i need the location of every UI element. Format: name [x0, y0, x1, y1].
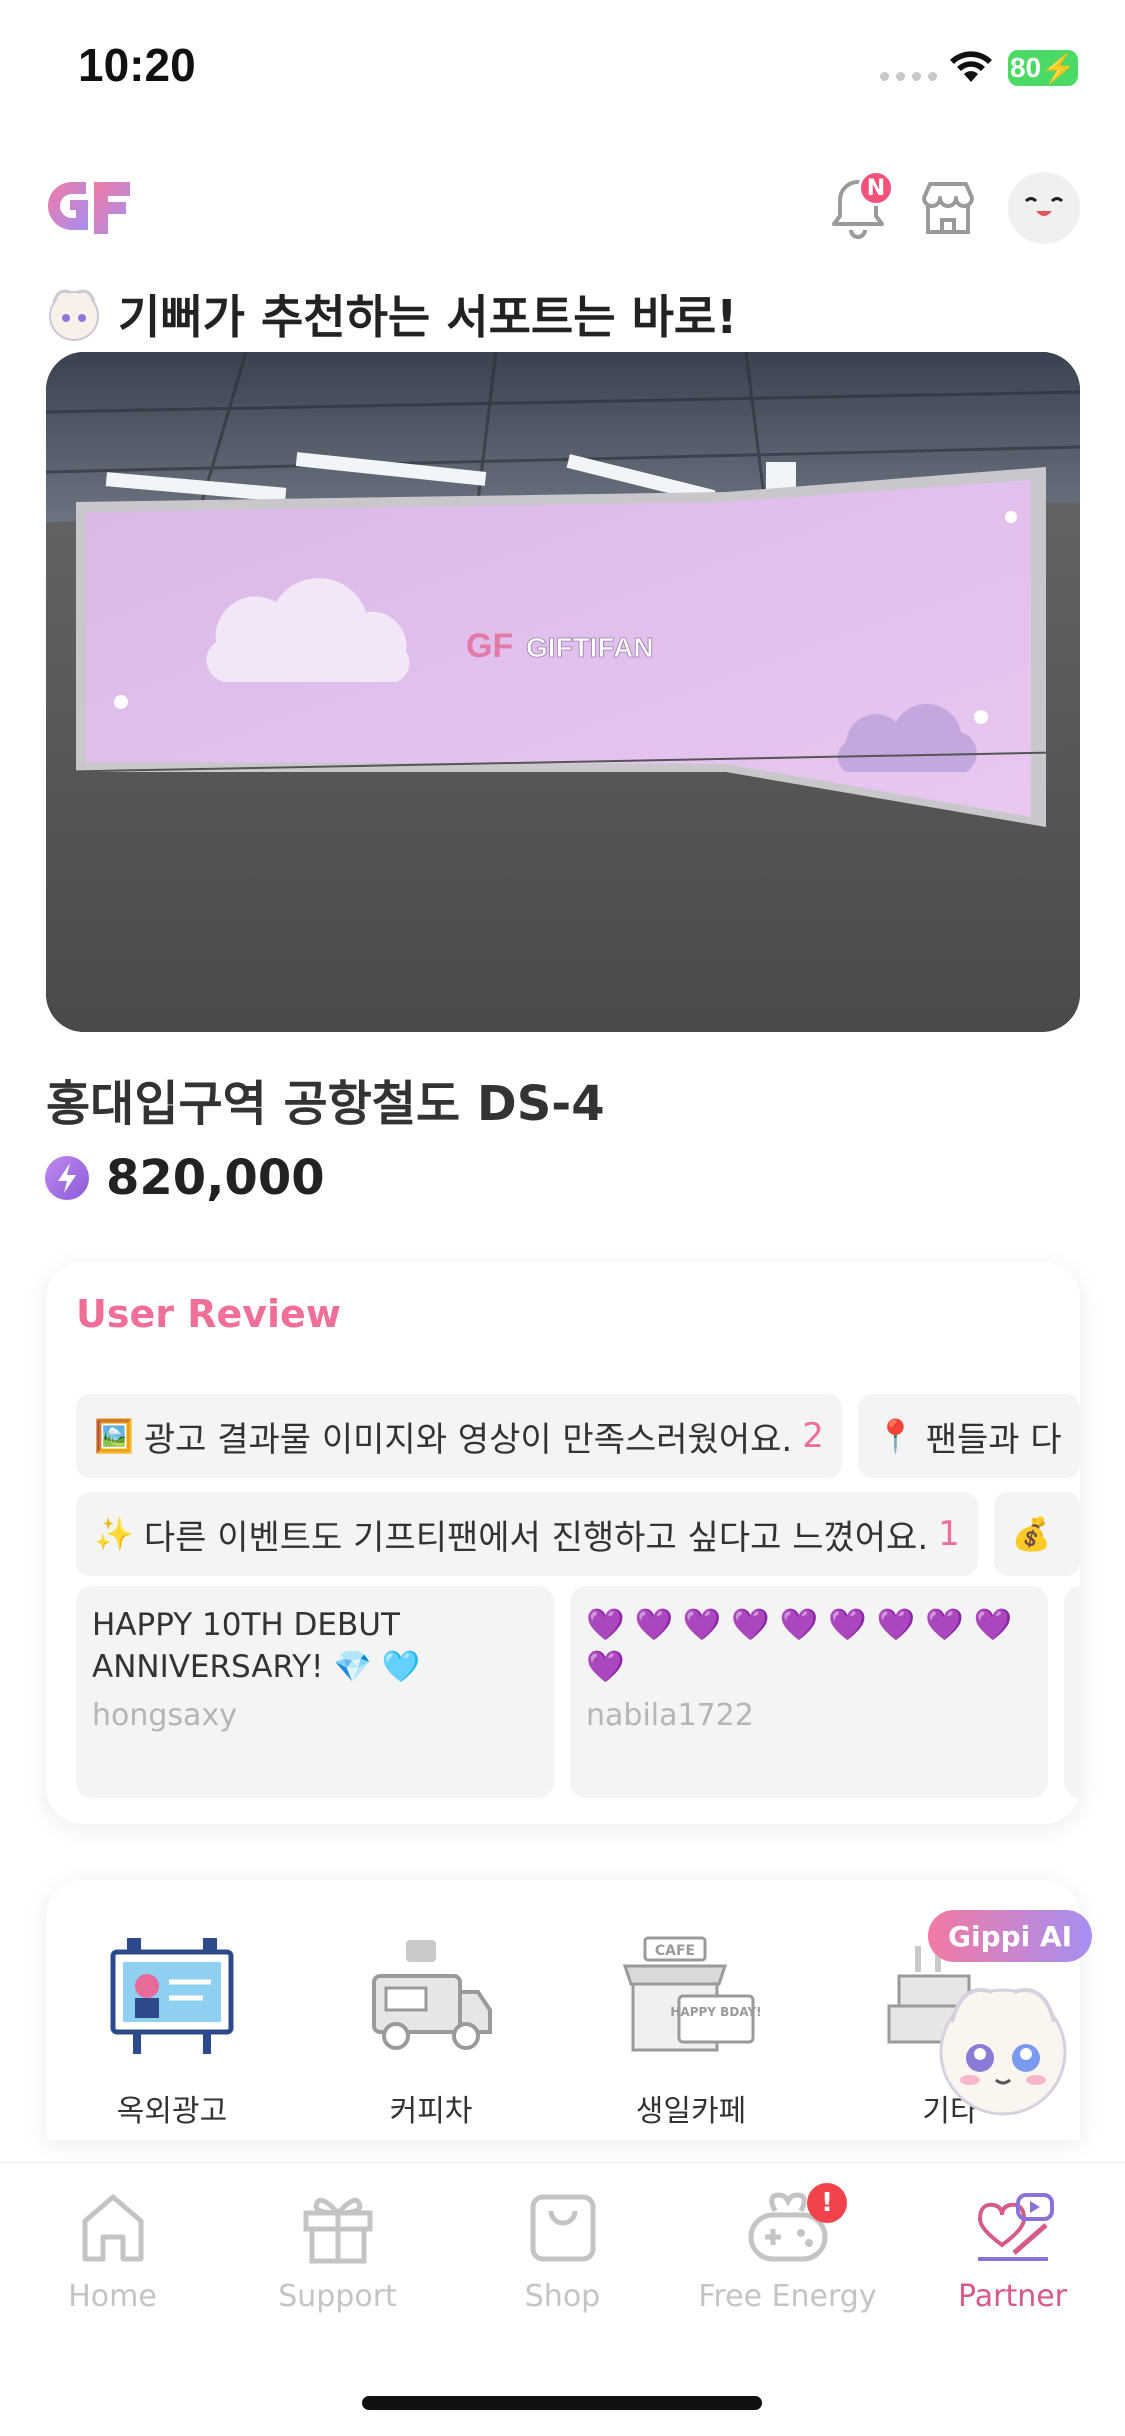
birthday-cafe-icon: CAFE HAPPY BDAY! — [622, 1936, 761, 2052]
review-chip-text: 다른 이벤트도 기프티팬에서 진행하고 싶다고 느꼈어요. — [143, 1517, 929, 1558]
money-bag-icon: 💰 — [1011, 1515, 1052, 1553]
pin-icon: 📍 — [875, 1417, 916, 1455]
review-chip[interactable]: 💰 — [993, 1492, 1080, 1576]
store-icon[interactable] — [912, 172, 984, 244]
app-header: N — [0, 160, 1125, 260]
review-comment-card[interactable] — [1064, 1586, 1080, 1798]
review-chip-count: 2 — [802, 1416, 824, 1456]
nav-free-energy[interactable]: ! Free Energy — [675, 2183, 900, 2314]
nav-shop[interactable]: Shop — [450, 2189, 675, 2314]
shopping-bag-icon — [530, 2194, 595, 2262]
gippi-mascot-icon — [49, 289, 99, 341]
category-outdoor-ad[interactable]: 옥외광고 — [72, 1936, 272, 2130]
wifi-icon — [950, 51, 992, 82]
category-label: 생일카페 — [635, 2094, 747, 2129]
review-comment-card[interactable]: 💜 💜 💜 💜 💜 💜 💜 💜 💜 💜 nabila1722 — [570, 1586, 1048, 1798]
recommendation-header: 기뻐가 추천하는 서포트는 바로! — [44, 282, 737, 346]
nav-support[interactable]: Support — [225, 2189, 450, 2314]
review-comment-card[interactable]: HAPPY 10TH DEBUT ANNIVERSARY! 💎 🩵 hongsa… — [76, 1586, 554, 1798]
nav-partner[interactable]: Partner — [900, 2189, 1125, 2314]
comment-user: hongsaxy — [92, 1698, 237, 1733]
gift-icon — [303, 2197, 372, 2264]
place-title[interactable]: 홍대입구역 공항철도 DS-4 — [46, 1064, 605, 1134]
home-indicator — [362, 2396, 762, 2410]
home-icon — [82, 2194, 143, 2262]
nav-label: Shop — [524, 2279, 601, 2314]
gippi-ai-mascot-icon[interactable] — [928, 1972, 1078, 2122]
category-birthday-cafe[interactable]: CAFE HAPPY BDAY! 생일카페 — [591, 1936, 791, 2130]
giftifan-logo[interactable] — [44, 178, 134, 238]
user-review-card: User Review 🖼️ 광고 결과물 이미지와 영상이 만족스러웠어요. … — [46, 1262, 1080, 1824]
comment-text: HAPPY 10TH DEBUT ANNIVERSARY! 💎 🩵 — [92, 1607, 421, 1685]
comment-text: 💜 💜 💜 💜 💜 💜 💜 💜 💜 💜 — [586, 1607, 1013, 1685]
nav-label: Home — [68, 2279, 157, 2314]
category-label: 옥외광고 — [116, 2094, 228, 2129]
energy-icon — [45, 1156, 89, 1200]
price-row: 820,000 — [44, 1150, 325, 1206]
svg-text:GF: GF — [466, 627, 513, 665]
category-label: 커피차 — [389, 2094, 473, 2129]
recommendation-title: 기뻐가 추천하는 서포트는 바로! — [118, 290, 738, 344]
nav-home[interactable]: Home — [0, 2189, 225, 2314]
review-comments: HAPPY 10TH DEBUT ANNIVERSARY! 💎 🩵 hongsa… — [76, 1586, 1080, 1798]
bottom-nav: Home Support Shop ! Free Energy Partner — [0, 2162, 1125, 2436]
banner-brand-text: GIFTIFAN — [526, 632, 654, 663]
nav-label: Support — [278, 2279, 397, 2314]
review-chip-text: 광고 결과물 이미지와 영상이 만족스러웠어요. — [143, 1419, 793, 1460]
avatar[interactable] — [1008, 172, 1080, 244]
status-time: 10:20 — [78, 39, 196, 91]
review-chip-text: 팬들과 다 — [925, 1419, 1062, 1460]
comment-user: nabila1722 — [586, 1698, 754, 1733]
avatar-face-icon — [1024, 197, 1064, 216]
battery-level: 80 — [1009, 52, 1042, 83]
notification-badge: N — [858, 170, 894, 206]
review-chip[interactable]: 🖼️ 광고 결과물 이미지와 영상이 만족스러웠어요. 2 — [76, 1394, 842, 1478]
coffee-truck-icon — [372, 1940, 492, 2050]
billboard-icon — [110, 1938, 234, 2054]
price-value: 820,000 — [106, 1150, 325, 1206]
sparkle-icon: ✨ — [94, 1515, 134, 1553]
review-chip-count: 1 — [938, 1514, 960, 1554]
nav-label: Partner — [957, 2279, 1068, 2314]
review-chip-row: ✨ 다른 이벤트도 기프티팬에서 진행하고 싶다고 느꼈어요. 1 💰 — [76, 1492, 1080, 1576]
category-card: 옥외광고 커피차 CAFE HAPPY BDAY! 생일카페 기타 — [46, 1880, 1080, 2140]
cafe-sign-text: CAFE — [655, 1943, 695, 1959]
picture-icon: 🖼️ — [94, 1417, 134, 1455]
bday-sign-text: HAPPY BDAY! — [670, 2005, 761, 2019]
nav-alert-badge: ! — [807, 2183, 847, 2223]
support-banner-image[interactable]: GF GIFTIFAN — [46, 352, 1080, 1032]
category-coffee-truck[interactable]: 커피차 — [331, 1936, 531, 2130]
gippi-ai-badge[interactable]: Gippi AI — [928, 1910, 1093, 1962]
review-chip-row: 🖼️ 광고 결과물 이미지와 영상이 만족스러웠어요. 2 📍 팬들과 다 — [76, 1394, 1080, 1478]
nav-label: Free Energy — [698, 2279, 877, 2314]
cellular-signal-icon — [880, 72, 937, 81]
review-heading: User Review — [76, 1292, 341, 1336]
review-chip[interactable]: ✨ 다른 이벤트도 기프티팬에서 진행하고 싶다고 느꼈어요. 1 — [76, 1492, 978, 1576]
subway-billboard-photo: GF GIFTIFAN — [46, 352, 1080, 1032]
battery-icon: 80 ⚡ — [1008, 50, 1078, 86]
status-bar: 10:20 80 ⚡ — [0, 0, 1125, 140]
partner-icon — [977, 2193, 1054, 2261]
review-chip[interactable]: 📍 팬들과 다 — [857, 1394, 1080, 1478]
